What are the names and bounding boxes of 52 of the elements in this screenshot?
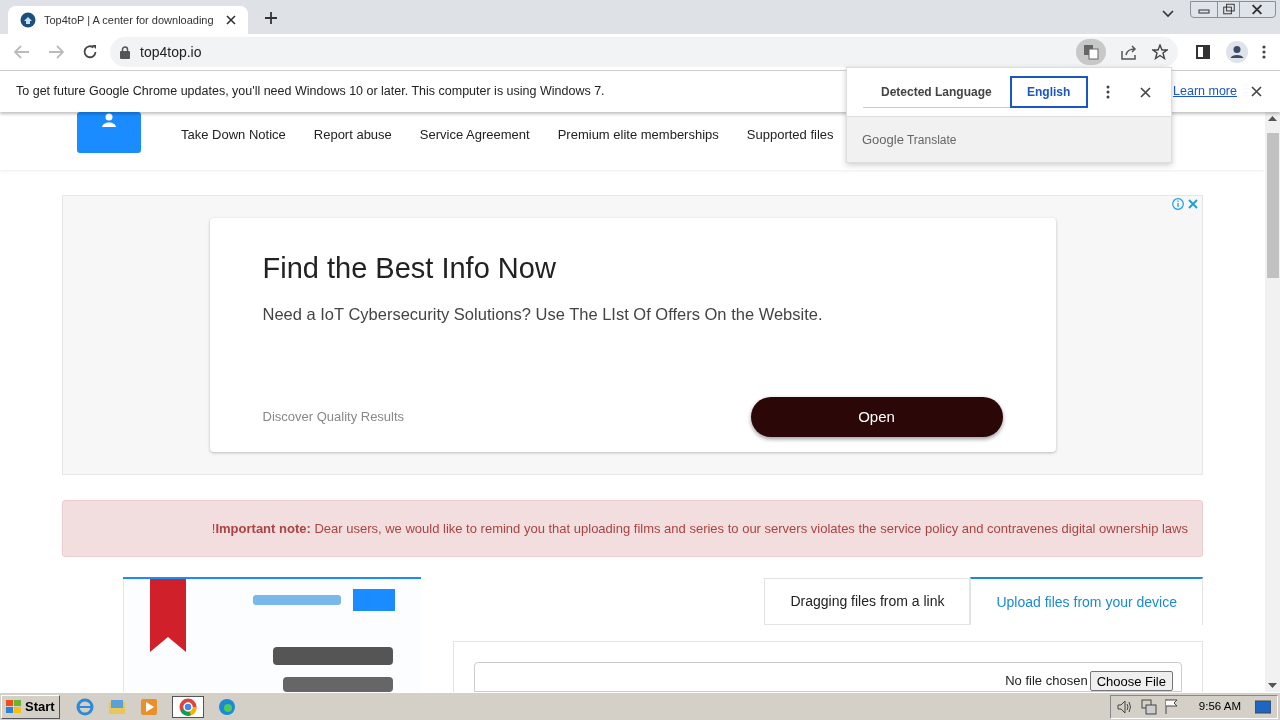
show-desktop-icon[interactable] xyxy=(1255,699,1271,714)
translate-icon[interactable] xyxy=(1076,39,1106,65)
down-arrow-icon xyxy=(1268,683,1277,688)
more-icon[interactable] xyxy=(1105,85,1110,99)
close-icon[interactable] xyxy=(1251,86,1262,97)
close-icon[interactable] xyxy=(226,15,236,25)
google-wordmark: Google xyxy=(862,130,904,149)
profile-icon[interactable] xyxy=(1226,41,1248,63)
new-tab-icon[interactable] xyxy=(264,11,278,25)
ad-headline: Find the Best Info Now xyxy=(262,251,557,286)
address-bar[interactable]: top4top.io xyxy=(110,37,1178,67)
language-tab[interactable]: English xyxy=(1009,76,1088,108)
file-status: No file chosen xyxy=(1005,671,1088,690)
chevron-down-icon[interactable] xyxy=(1162,10,1174,18)
star-icon[interactable] xyxy=(1152,44,1168,60)
nav-link[interactable]: Premium elite memberships xyxy=(557,125,719,145)
nav-link[interactable]: Service Agreement xyxy=(419,125,530,145)
close-icon[interactable] xyxy=(1140,86,1151,98)
nav-link[interactable]: Take Down Notice xyxy=(181,125,286,145)
upload-tab[interactable]: Dragging files from a link xyxy=(764,578,971,625)
browser-tab[interactable]: Top4toP | A center for downloading xyxy=(8,6,248,34)
start-button[interactable]: Start xyxy=(1,694,60,719)
user-logo-icon[interactable] xyxy=(77,112,141,153)
more-icon[interactable] xyxy=(1262,45,1266,59)
up-arrow-icon xyxy=(1268,116,1277,121)
learn-more-link[interactable]: Learn more xyxy=(1173,82,1237,101)
language-tab[interactable]: Detected Language xyxy=(863,76,1010,108)
ad-source: Discover Quality Results xyxy=(262,408,405,427)
ad-text: Need a IoT Cybersecurity Solutions? Use The LIst Of Offers On the Website. xyxy=(262,304,824,326)
infobar-message: To get future Google Chrome updates, you'll need Windows 10 or later. This computer is using Windows 7. xyxy=(16,83,605,101)
tab-title: Top4toP | A center for downloading xyxy=(44,12,215,28)
choose-file-button[interactable]: Choose File xyxy=(1089,671,1173,691)
nav-link[interactable]: Supported files xyxy=(746,125,834,145)
translate-label: Translate xyxy=(906,131,957,149)
speaker-icon[interactable] xyxy=(1116,699,1133,714)
network-icon[interactable] xyxy=(1140,698,1157,715)
flag-icon[interactable] xyxy=(1164,699,1179,714)
windows-logo-icon xyxy=(6,699,22,714)
nav-link[interactable]: Report abuse xyxy=(313,125,392,145)
upload-tab[interactable]: Upload files from your device xyxy=(970,577,1203,625)
scrollbar-thumb[interactable] xyxy=(1267,133,1279,278)
chrome-icon[interactable] xyxy=(178,697,197,716)
side-panel-icon[interactable] xyxy=(1196,45,1210,59)
info-icon[interactable] xyxy=(1172,198,1184,210)
open-button[interactable]: Open xyxy=(750,397,1003,437)
clock-time: 9:56 AM xyxy=(1198,698,1241,714)
lock-icon xyxy=(120,45,130,59)
address-text: top4top.io xyxy=(140,42,203,62)
share-icon[interactable] xyxy=(1120,44,1138,60)
reload-icon[interactable] xyxy=(82,44,98,60)
alert-text: !Important note: Dear users, we would like to remind you that uploading films and series to our servers violates the service policy and contravenes digital ownership laws xyxy=(211,519,1188,538)
globe-icon xyxy=(20,12,36,28)
